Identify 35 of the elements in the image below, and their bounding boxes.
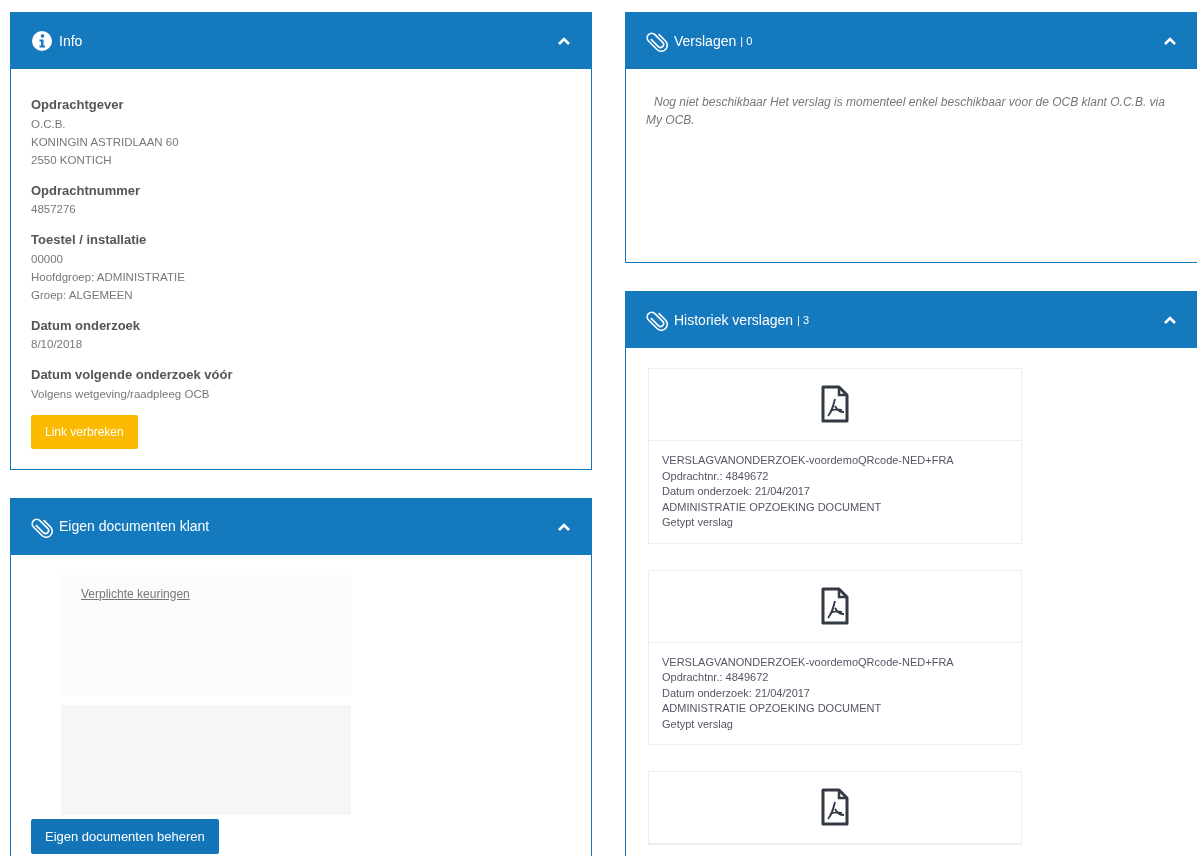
- document-detail: VERSLAGVANONDERZOEK-voordemoQRcode-NED+FRA: [662, 654, 955, 670]
- document-detail: Getypt verslag: [662, 515, 734, 530]
- field-value: O.C.B.: [31, 116, 67, 132]
- document-link[interactable]: Verplichte keuringen: [81, 586, 190, 601]
- document-detail: ADMINISTRATIE OPZOEKING DOCUMENT: [662, 701, 883, 716]
- panel-count: | 0: [740, 33, 753, 49]
- panel-title: Eigen documenten klant: [59, 517, 210, 536]
- unavailable-message: Nog niet beschikbaar Het verslag is momenteel enkel beschikbaar voor de OCB klant O.C.B. via My OCB.: [646, 94, 1166, 129]
- field-value: Hoofdgroep: ADMINISTRATIE: [31, 269, 186, 285]
- document-detail: ADMINISTRATIE OPZOEKING DOCUMENT: [662, 499, 883, 515]
- field-value: Volgens wetgeving/raadpleeg OCB: [31, 386, 211, 402]
- field-label: Toestel / installatie: [31, 231, 148, 249]
- field-label: Opdrachtgever: [31, 96, 125, 114]
- field-value: 00000: [31, 251, 64, 267]
- panel-count: | 3: [797, 312, 810, 328]
- document-detail: Datum onderzoek: 21/04/2017: [662, 484, 811, 499]
- document-card[interactable]: VERSLAGVANONDERZOEK-voordemoQRcode-NED+FRA Opdrachtnr.: 4849672 Datum onderzoek: 21/04/2017 ADMINISTRATIE OPZOEKING DOCUMENT Getypt verslag: [648, 569, 1022, 745]
- manage-documents-button[interactable]: Eigen documenten beheren: [31, 818, 219, 854]
- field-value: KONINGIN ASTRIDLAAN 60: [31, 134, 180, 150]
- panel-title: Historiek verslagen: [674, 310, 794, 330]
- field-value: 2550 KONTICH: [31, 152, 113, 168]
- document-detail: Opdrachtnr.: 4849672: [662, 468, 770, 484]
- field-label: Datum volgende onderzoek vóór: [31, 366, 234, 384]
- panel-title: Info: [59, 31, 83, 51]
- field-label: Datum onderzoek: [31, 316, 142, 335]
- field-value: 8/10/2018: [31, 337, 84, 352]
- field-label: Opdrachtnummer: [31, 181, 142, 200]
- document-detail: VERSLAGVANONDERZOEK-voordemoQRcode-NED+FRA: [662, 453, 955, 468]
- panel-title: Verslagen: [674, 31, 737, 51]
- document-card[interactable]: VERSLAGVANONDERZOEK-voordemoQRcode-NED+FRA Opdrachtnr.: 4849672 Datum onderzoek: 21/04/2017 ADMINISTRATIE OPZOEKING DOCUMENT Getypt verslag: [648, 368, 1022, 544]
- field-value: Groep: ALGEMEEN: [31, 287, 134, 303]
- document-detail: Datum onderzoek: 21/04/2017: [662, 685, 811, 701]
- document-detail: Opdrachtnr.: 4849672: [662, 670, 770, 685]
- document-detail: Getypt verslag: [662, 716, 734, 732]
- field-value: 4857276: [31, 202, 77, 217]
